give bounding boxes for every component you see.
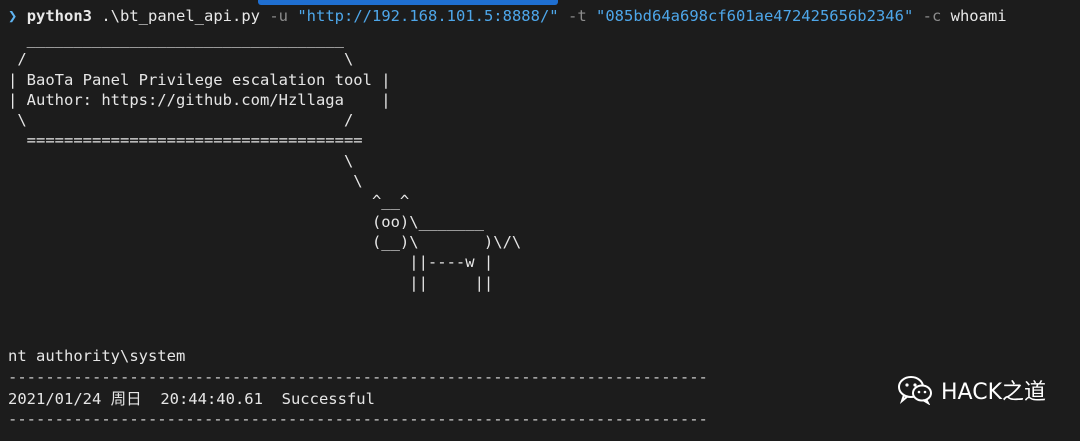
prompt-arrow-icon: ❯ <box>8 7 18 25</box>
flag-t: -t <box>567 7 587 25</box>
divider-top: ----------------------------------------… <box>8 368 708 386</box>
flag-c: -c <box>922 7 942 25</box>
command-argument: whoami <box>950 7 1007 25</box>
command-prompt-line: ❯ python3 .\bt_panel_api.py -u "http://1… <box>8 6 1007 26</box>
status-line: 2021/01/24 周日 20:44:40.61 Successful <box>8 390 375 408</box>
script-path: .\bt_panel_api.py <box>92 7 270 25</box>
cowsay-banner: __________________________________ / \ |… <box>8 30 522 292</box>
watermark-text: HACK之道 <box>941 380 1046 405</box>
wechat-icon <box>898 376 932 405</box>
selection-highlight <box>258 0 558 5</box>
divider-bottom: ----------------------------------------… <box>8 410 708 428</box>
url-argument: "http://192.168.101.5:8888/" <box>297 7 559 25</box>
terminal-window[interactable]: ❯ python3 .\bt_panel_api.py -u "http://1… <box>0 0 1080 441</box>
token-argument: "085bd64a698cf601ae472425656b2346" <box>596 7 914 25</box>
watermark: HACK之道 <box>897 374 1046 406</box>
flag-u: -u <box>269 7 288 25</box>
command-name: python3 <box>26 7 93 25</box>
whoami-output: nt authority\system <box>8 347 186 365</box>
